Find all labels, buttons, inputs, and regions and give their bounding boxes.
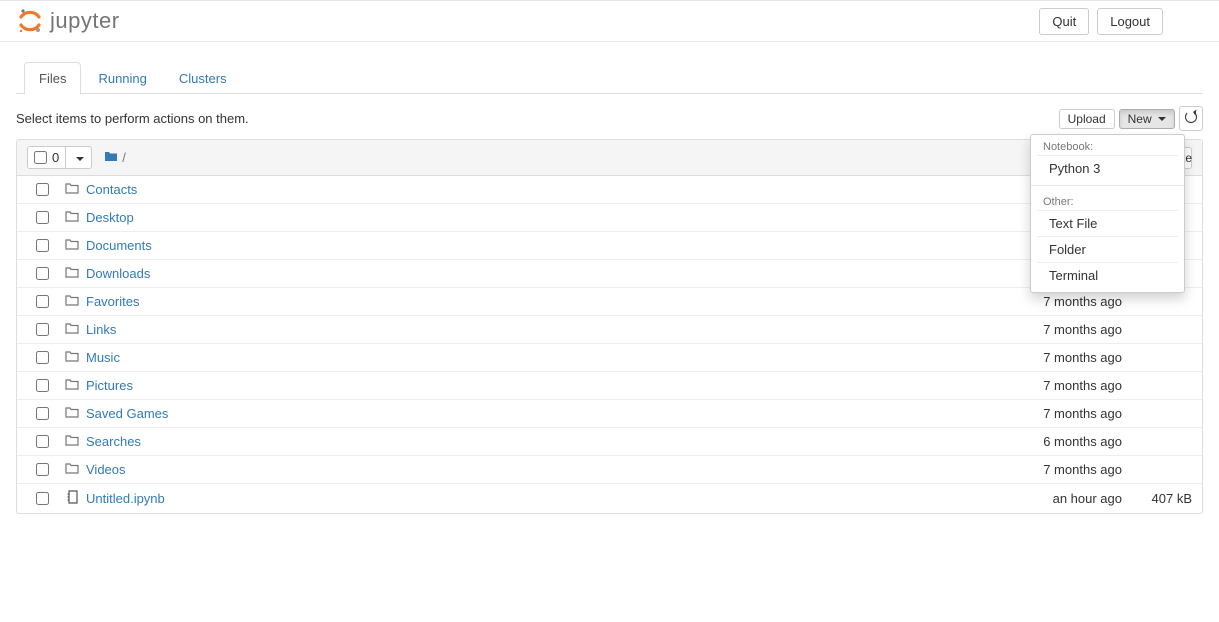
folder-icon xyxy=(65,266,79,281)
tab-running[interactable]: Running xyxy=(83,62,161,94)
folder-icon[interactable] xyxy=(104,150,118,165)
file-checkbox[interactable] xyxy=(36,407,49,420)
file-checkbox[interactable] xyxy=(36,351,49,364)
folder-icon xyxy=(65,378,79,393)
file-row: Untitled.ipynb an hour ago407 kB xyxy=(17,484,1202,513)
file-link[interactable]: Videos xyxy=(86,462,126,477)
breadcrumb-root[interactable]: / xyxy=(122,150,126,165)
header-buttons: Quit Logout xyxy=(1039,8,1203,35)
file-checkbox[interactable] xyxy=(36,463,49,476)
file-row: Favorites 7 months ago xyxy=(17,288,1202,316)
file-checkbox[interactable] xyxy=(36,295,49,308)
file-modified: 7 months ago xyxy=(937,378,1122,393)
header-bar: jupyter Quit Logout xyxy=(0,0,1219,42)
file-link[interactable]: Saved Games xyxy=(86,406,168,421)
file-checkbox[interactable] xyxy=(36,211,49,224)
notebook-icon xyxy=(65,490,79,507)
file-checkbox[interactable] xyxy=(36,435,49,448)
dropdown-item-textfile[interactable]: Text File xyxy=(1037,210,1178,236)
file-row: Downloads xyxy=(17,260,1202,288)
list-header: 0 / Name te xyxy=(17,140,1202,176)
folder-icon xyxy=(65,210,79,225)
dropdown-header-notebook: Notebook: xyxy=(1031,135,1184,155)
file-link[interactable]: Favorites xyxy=(86,294,139,309)
select-all-group: 0 xyxy=(27,146,92,169)
upload-button[interactable]: Upload xyxy=(1059,109,1115,129)
folder-icon xyxy=(65,350,79,365)
tabs: Files Running Clusters xyxy=(16,62,1203,94)
dropdown-item-terminal[interactable]: Terminal xyxy=(1037,262,1178,288)
file-list: 0 / Name te Contacts Desktop Documents Down… xyxy=(16,139,1203,514)
folder-icon xyxy=(65,462,79,477)
dropdown-header-other: Other: xyxy=(1031,190,1184,210)
jupyter-logo[interactable]: jupyter xyxy=(16,7,120,35)
file-checkbox[interactable] xyxy=(36,379,49,392)
file-link[interactable]: Contacts xyxy=(86,182,137,197)
refresh-icon xyxy=(1185,111,1197,123)
folder-icon xyxy=(65,294,79,309)
dropdown-item-folder[interactable]: Folder xyxy=(1037,236,1178,262)
file-checkbox[interactable] xyxy=(36,323,49,336)
file-row: Contacts xyxy=(17,176,1202,204)
file-row: Desktop xyxy=(17,204,1202,232)
file-link[interactable]: Music xyxy=(86,350,120,365)
file-link[interactable]: Downloads xyxy=(86,266,150,281)
refresh-button[interactable] xyxy=(1179,106,1203,131)
file-checkbox[interactable] xyxy=(36,183,49,196)
file-link[interactable]: Searches xyxy=(86,434,141,449)
file-link[interactable]: Untitled.ipynb xyxy=(86,491,165,506)
file-size: 407 kB xyxy=(1122,491,1192,506)
file-modified: 7 months ago xyxy=(937,462,1122,477)
file-checkbox[interactable] xyxy=(36,492,49,505)
file-row: Pictures 7 months ago xyxy=(17,372,1202,400)
breadcrumb: / xyxy=(104,150,126,165)
file-modified: 7 months ago xyxy=(937,406,1122,421)
folder-icon xyxy=(65,322,79,337)
logout-button[interactable]: Logout xyxy=(1097,8,1163,35)
file-row: Videos 7 months ago xyxy=(17,456,1202,484)
folder-icon xyxy=(65,406,79,421)
toolbar-buttons: Upload New Notebook: Python 3 Other: Tex… xyxy=(1059,106,1203,131)
file-modified: 6 months ago xyxy=(937,434,1122,449)
select-all-left: 0 xyxy=(28,147,66,168)
file-row: Documents xyxy=(17,232,1202,260)
folder-icon xyxy=(65,238,79,253)
file-checkbox[interactable] xyxy=(36,267,49,280)
folder-icon xyxy=(65,434,79,449)
file-row: Searches 6 months ago xyxy=(17,428,1202,456)
select-all-checkbox[interactable] xyxy=(34,151,47,164)
new-button[interactable]: New xyxy=(1119,109,1175,129)
caret-down-icon xyxy=(1158,117,1166,121)
new-dropdown-menu: Notebook: Python 3 Other: Text File Fold… xyxy=(1030,134,1185,293)
dropdown-item-python3[interactable]: Python 3 xyxy=(1037,155,1178,181)
jupyter-logo-text: jupyter xyxy=(50,8,120,34)
file-link[interactable]: Pictures xyxy=(86,378,133,393)
select-count: 0 xyxy=(52,150,59,165)
file-checkbox[interactable] xyxy=(36,239,49,252)
file-link[interactable]: Documents xyxy=(86,238,152,253)
caret-down-icon xyxy=(76,157,84,161)
file-link[interactable]: Desktop xyxy=(86,210,134,225)
file-modified: 7 months ago xyxy=(937,294,1122,309)
file-row: Saved Games 7 months ago xyxy=(17,400,1202,428)
select-all-dropdown[interactable] xyxy=(66,147,91,168)
quit-button[interactable]: Quit xyxy=(1039,8,1089,35)
file-modified: an hour ago xyxy=(937,491,1122,506)
file-link[interactable]: Links xyxy=(86,322,116,337)
toolbar-row: Select items to perform actions on them.… xyxy=(16,94,1203,139)
file-row: Links 7 months ago xyxy=(17,316,1202,344)
new-button-label: New xyxy=(1128,112,1152,126)
file-modified: 7 months ago xyxy=(937,322,1122,337)
folder-icon xyxy=(65,182,79,197)
tab-clusters[interactable]: Clusters xyxy=(164,62,242,94)
jupyter-logo-icon xyxy=(16,7,44,35)
file-modified: 7 months ago xyxy=(937,350,1122,365)
file-row: Music 7 months ago xyxy=(17,344,1202,372)
tab-files[interactable]: Files xyxy=(24,62,81,94)
action-hint: Select items to perform actions on them. xyxy=(16,111,249,126)
